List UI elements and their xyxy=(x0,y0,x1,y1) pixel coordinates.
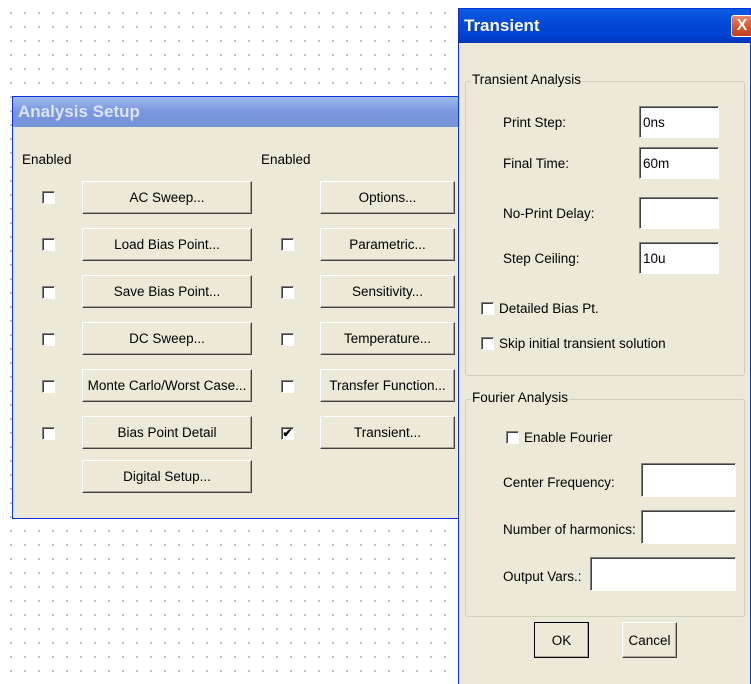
step-ceiling-input[interactable] xyxy=(639,242,719,274)
step-ceiling-label: Step Ceiling: xyxy=(503,251,580,266)
save-bias-point-checkbox[interactable] xyxy=(42,286,55,299)
final-time-input[interactable] xyxy=(639,147,719,179)
ok-button[interactable]: OK xyxy=(534,622,589,658)
harmonics-label: Number of harmonics: xyxy=(503,522,636,537)
enabled-header-left: Enabled xyxy=(22,152,72,167)
analysis-setup-titlebar[interactable]: Analysis Setup xyxy=(13,97,461,127)
sensitivity-button[interactable]: Sensitivity... xyxy=(320,275,455,308)
center-frequency-input[interactable] xyxy=(641,463,736,497)
ac-sweep-button[interactable]: AC Sweep... xyxy=(82,181,252,214)
transient-dialog: Transient X Transient Analysis Print Ste… xyxy=(458,8,751,684)
parametric-checkbox[interactable] xyxy=(281,238,294,251)
enabled-header-right: Enabled xyxy=(261,152,311,167)
fourier-analysis-group-title: Fourier Analysis xyxy=(471,390,570,405)
temperature-button[interactable]: Temperature... xyxy=(320,322,455,355)
transfer-function-checkbox[interactable] xyxy=(281,380,294,393)
temperature-checkbox[interactable] xyxy=(281,333,294,346)
bias-point-detail-checkbox[interactable] xyxy=(42,427,55,440)
print-step-label: Print Step: xyxy=(503,115,567,130)
skip-initial-label[interactable]: Skip initial transient solution xyxy=(499,336,666,351)
harmonics-input[interactable] xyxy=(641,510,736,544)
monte-carlo-button[interactable]: Monte Carlo/Worst Case... xyxy=(82,369,252,402)
digital-setup-button[interactable]: Digital Setup... xyxy=(82,460,252,493)
ac-sweep-checkbox[interactable] xyxy=(42,191,55,204)
monte-carlo-checkbox[interactable] xyxy=(42,380,55,393)
output-vars-label: Output Vars.: xyxy=(503,569,582,584)
print-step-input[interactable] xyxy=(639,106,719,138)
analysis-setup-title: Analysis Setup xyxy=(18,102,140,121)
skip-initial-checkbox[interactable] xyxy=(481,337,494,350)
checkmark-icon: ✔ xyxy=(282,426,293,440)
transient-button[interactable]: Transient... xyxy=(320,416,455,449)
no-print-delay-input[interactable] xyxy=(639,197,719,229)
output-vars-input[interactable] xyxy=(590,557,736,591)
cancel-button[interactable]: Cancel xyxy=(622,622,677,658)
load-bias-point-checkbox[interactable] xyxy=(42,238,55,251)
options-button[interactable]: Options... xyxy=(320,181,455,214)
sensitivity-checkbox[interactable] xyxy=(281,286,294,299)
transient-titlebar[interactable]: Transient xyxy=(459,9,750,43)
transient-analysis-group-title: Transient Analysis xyxy=(471,72,583,87)
detailed-bias-checkbox[interactable] xyxy=(481,302,494,315)
load-bias-point-button[interactable]: Load Bias Point... xyxy=(82,228,252,261)
detailed-bias-label[interactable]: Detailed Bias Pt. xyxy=(499,301,599,316)
enable-fourier-checkbox[interactable] xyxy=(506,431,519,444)
center-frequency-label: Center Frequency: xyxy=(503,475,615,490)
transient-checkbox[interactable]: ✔ xyxy=(281,427,294,440)
close-icon[interactable]: X xyxy=(731,15,751,37)
analysis-setup-window: Analysis Setup Enabled Enabled AC Sweep.… xyxy=(12,96,462,519)
dc-sweep-button[interactable]: DC Sweep... xyxy=(82,322,252,355)
enable-fourier-label[interactable]: Enable Fourier xyxy=(524,430,613,445)
transfer-function-button[interactable]: Transfer Function... xyxy=(320,369,455,402)
parametric-button[interactable]: Parametric... xyxy=(320,228,455,261)
no-print-delay-label: No-Print Delay: xyxy=(503,206,595,221)
transient-title: Transient xyxy=(464,16,540,35)
save-bias-point-button[interactable]: Save Bias Point... xyxy=(82,275,252,308)
dc-sweep-checkbox[interactable] xyxy=(42,333,55,346)
bias-point-detail-button[interactable]: Bias Point Detail xyxy=(82,416,252,449)
final-time-label: Final Time: xyxy=(503,156,570,171)
